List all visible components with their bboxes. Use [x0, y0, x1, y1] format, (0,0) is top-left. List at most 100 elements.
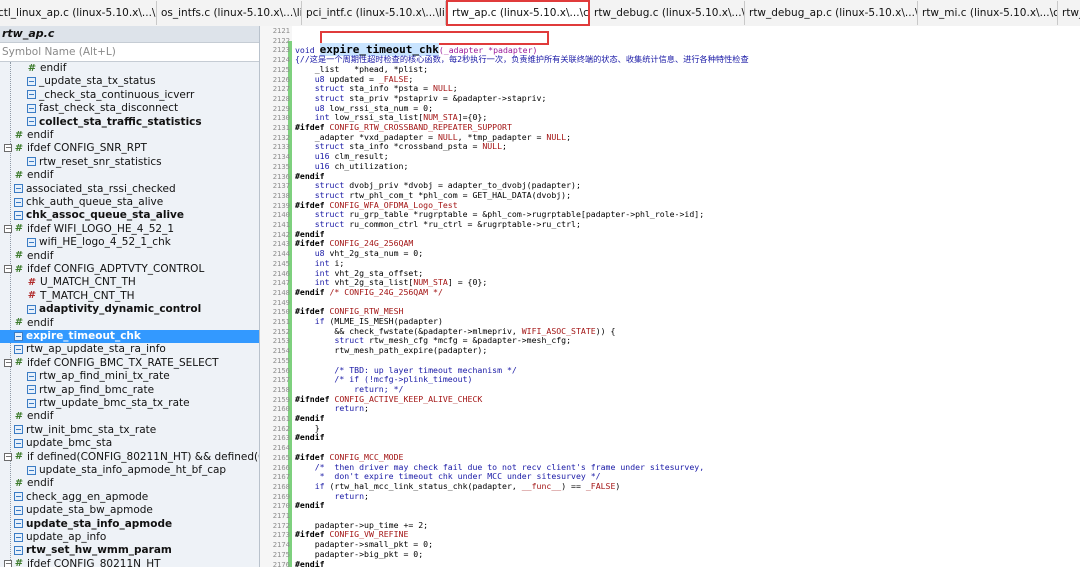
- symbol-item[interactable]: # endif: [0, 477, 259, 490]
- line-number: 2139: [272, 200, 290, 210]
- line-number: 2136: [272, 171, 290, 181]
- code-text: padapter->up_time += 2;: [295, 519, 429, 530]
- symbol-item[interactable]: rtw_ap_find_mini_tx_rate: [0, 370, 259, 383]
- line-number: 2123: [272, 45, 290, 55]
- code-text: int low_rssi_sta_list[NUM_STA]={0};: [314, 112, 488, 123]
- line-number: 2152: [272, 326, 290, 336]
- symbol-label: adaptivity_dynamic_control: [39, 303, 202, 316]
- line-number: 2156: [272, 365, 290, 375]
- code-text: #ifdef CONFIG_RTW_CROSSBAND_REPEATER_SUP…: [295, 122, 512, 132]
- symbol-item[interactable]: rtw_set_hw_wmm_param: [0, 544, 259, 557]
- code-editor[interactable]: 2121 2122 2123 void expire_timeout_chk(_ada…: [260, 26, 1080, 567]
- code-text: #endif /* CONFIG_24G_256QAM */: [295, 286, 443, 297]
- symbol-label: chk_auth_queue_sta_alive: [26, 196, 164, 208]
- line-number: 2133: [272, 142, 290, 152]
- symbol-item[interactable]: _update_sta_tx_status: [0, 75, 259, 88]
- function-icon: [27, 385, 36, 395]
- code-text: #endif: [295, 170, 325, 181]
- symbol-item[interactable]: update_sta_bw_apmode: [0, 504, 259, 517]
- symbol-item[interactable]: # U_MATCH_CNT_TH: [0, 276, 259, 289]
- symbol-item[interactable]: # endif: [0, 129, 259, 142]
- symbol-item[interactable]: update_sta_info_apmode_ht_bf_cap: [0, 464, 259, 477]
- symbol-item[interactable]: update_sta_info_apmode: [0, 518, 259, 531]
- collapse-icon[interactable]: −: [4, 224, 12, 233]
- symbol-item[interactable]: # endif: [0, 317, 259, 330]
- tab[interactable]: ctl_linux_ap.c (linux-5.10.x\...\linux): [0, 1, 157, 25]
- symbol-label: _update_sta_tx_status: [39, 75, 156, 88]
- code-text: #ifdef CONFIG_24G_256QAM: [295, 238, 414, 249]
- symbol-label: rtw_set_hw_wmm_param: [26, 544, 172, 557]
- line-number: 2132: [272, 132, 290, 142]
- preprocessor-icon: #: [14, 142, 24, 154]
- symbol-item[interactable]: associated_sta_rssi_checked: [0, 183, 259, 196]
- preprocessor-icon: #: [14, 357, 24, 369]
- tab[interactable]: rtw_: [1058, 1, 1080, 25]
- symbol-item-selected[interactable]: expire_timeout_chk: [0, 330, 259, 344]
- tab-active[interactable]: rtw_ap.c (linux-5.10.x\...\core)×: [446, 0, 590, 26]
- symbol-item[interactable]: _check_sta_continuous_icverr: [0, 89, 259, 102]
- line-number: 2174: [272, 540, 290, 550]
- line-number: 2142: [272, 229, 290, 239]
- symbol-item[interactable]: # endif: [0, 169, 259, 182]
- collapse-icon[interactable]: −: [4, 559, 12, 567]
- symbol-item[interactable]: rtw_ap_find_bmc_rate: [0, 384, 259, 397]
- symbol-item[interactable]: − # ifdef CONFIG_80211N_HT: [0, 558, 259, 567]
- symbol-item[interactable]: # endif: [0, 410, 259, 423]
- symbol-label: fast_check_sta_disconnect: [39, 102, 179, 115]
- symbol-item[interactable]: update_ap_info: [0, 531, 259, 544]
- symbol-item[interactable]: − # ifdef CONFIG_BMC_TX_RATE_SELECT: [0, 357, 259, 370]
- symbol-item[interactable]: − # ifdef CONFIG_SNR_RPT: [0, 142, 259, 155]
- function-icon: [14, 197, 23, 207]
- symbol-item[interactable]: − # ifdef WIFI_LOGO_HE_4_52_1: [0, 223, 259, 236]
- symbol-item[interactable]: rtw_update_bmc_sta_tx_rate: [0, 397, 259, 410]
- symbol-label: U_MATCH_CNT_TH: [40, 276, 136, 289]
- symbol-item[interactable]: rtw_init_bmc_sta_tx_rate: [0, 424, 259, 437]
- tab[interactable]: rtw_debug_ap.c (linux-5.10.x\...\core): [745, 1, 918, 25]
- symbol-item[interactable]: − # if defined(CONFIG_80211N_HT) && define…: [0, 451, 259, 464]
- symbol-item[interactable]: adaptivity_dynamic_control: [0, 303, 259, 316]
- code-line: #endif: [295, 500, 325, 511]
- line-number: 2137: [272, 181, 290, 191]
- collapse-icon[interactable]: −: [4, 358, 12, 367]
- symbol-item[interactable]: # T_MATCH_CNT_TH: [0, 290, 259, 303]
- line-number: 2176: [272, 559, 290, 567]
- line-number: 2121: [272, 26, 290, 35]
- symbol-label: rtw_reset_snr_statistics: [39, 155, 162, 168]
- symbol-item[interactable]: chk_auth_queue_sta_alive: [0, 196, 259, 209]
- symbol-item[interactable]: chk_assoc_queue_sta_alive: [0, 209, 259, 222]
- symbol-item[interactable]: # endif: [0, 250, 259, 263]
- symbol-label: check_agg_en_apmode: [26, 490, 149, 503]
- symbol-item[interactable]: fast_check_sta_disconnect: [0, 102, 259, 115]
- symbol-item[interactable]: − # ifdef CONFIG_ADPTVTY_CONTROL: [0, 263, 259, 276]
- line-number: 2124: [272, 55, 290, 65]
- symbol-item[interactable]: check_agg_en_apmode: [0, 491, 259, 504]
- symbol-label: endif: [27, 129, 54, 141]
- function-icon: [14, 425, 23, 435]
- tab[interactable]: os_intfs.c (linux-5.10.x\...\linux): [157, 1, 302, 25]
- code-text: /* TBD: up layer timeout mechanism */: [295, 364, 517, 375]
- collapse-icon[interactable]: −: [4, 265, 12, 273]
- code-text: if (MLME_IS_MESH(padapter): [314, 316, 443, 326]
- symbol-item[interactable]: collect_sta_traffic_statistics: [0, 116, 259, 129]
- symbol-search-input[interactable]: Symbol Name (Alt+L): [0, 42, 259, 62]
- code-text: u8 vht_2g_sta_num = 0;: [314, 248, 424, 259]
- collapse-icon[interactable]: −: [4, 452, 12, 461]
- line-number: 2167: [272, 472, 290, 482]
- code-text: * don't expire timeout chk under MCC und…: [295, 471, 601, 482]
- symbol-item[interactable]: wifi_HE_logo_4_52_1_chk: [0, 236, 259, 249]
- function-icon: [14, 492, 23, 502]
- code-text: struct ru_grp_table *rugrptable = &phl_c…: [314, 209, 705, 220]
- function-icon: [14, 184, 23, 194]
- symbol-item[interactable]: # endif: [0, 62, 259, 75]
- symbol-item[interactable]: rtw_reset_snr_statistics: [0, 156, 259, 169]
- collapse-icon[interactable]: −: [4, 144, 12, 153]
- code-text: int i;: [314, 257, 345, 268]
- tab[interactable]: rtw_mi.c (linux-5.10.x\...\core): [918, 1, 1058, 25]
- function-icon: [14, 438, 23, 448]
- symbol-item[interactable]: rtw_ap_update_sta_ra_info: [0, 343, 259, 356]
- code-text: struct sta_priv *pstapriv = &padapter->s…: [314, 92, 547, 103]
- code-line: #endif /* CONFIG_24G_256QAM */: [295, 286, 443, 298]
- symbol-item[interactable]: update_bmc_sta: [0, 437, 259, 450]
- tab[interactable]: pci_intf.c (linux-5.10.x\...\linux): [302, 1, 446, 25]
- tab[interactable]: rtw_debug.c (linux-5.10.x\...\core): [590, 1, 745, 25]
